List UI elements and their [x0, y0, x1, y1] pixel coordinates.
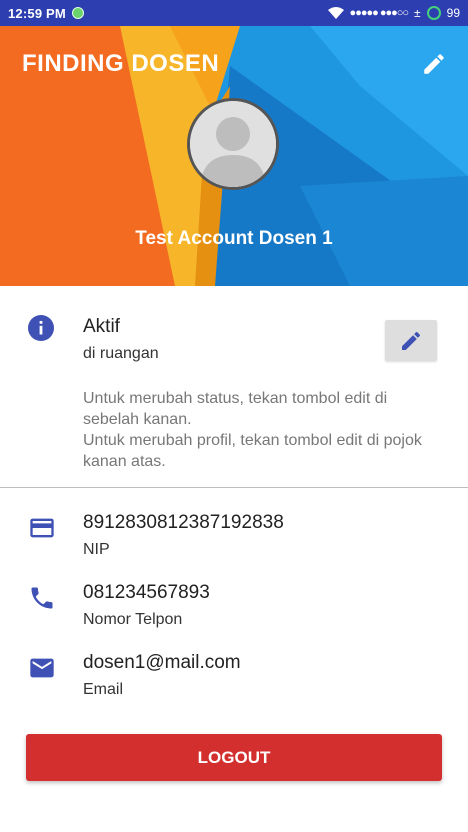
signal-icon: ●●●●● ●●●○○ — [349, 7, 409, 19]
data-icon: ± — [414, 6, 421, 20]
nip-value: 8912830812387192838 — [83, 512, 284, 533]
edit-status-button[interactable] — [385, 320, 437, 361]
phone-row: 081234567893 Nomor Telpon — [0, 582, 468, 642]
status-bar: 12:59 PM ●●●●● ●●●○○ ± 99 — [0, 0, 468, 26]
app-title: FINDING DOSEN — [22, 50, 220, 77]
status-time: 12:59 PM — [8, 5, 66, 21]
status-icons: ●●●●● ●●●○○ ± 99 — [327, 0, 460, 26]
info-icon — [28, 315, 54, 341]
wifi-icon — [327, 7, 344, 19]
battery-level: 99 — [446, 6, 460, 20]
status-title: Aktif — [83, 316, 120, 337]
pencil-icon — [424, 54, 444, 74]
card-icon — [30, 518, 54, 538]
logout-button[interactable]: LOGOUT — [26, 734, 442, 781]
nip-label: NIP — [83, 541, 110, 558]
phone-value: 081234567893 — [83, 582, 210, 603]
profile-header: FINDING DOSEN Test Account Dosen 1 — [0, 26, 468, 286]
email-value: dosen1@mail.com — [83, 652, 241, 673]
edit-profile-button[interactable] — [418, 48, 450, 80]
notification-icon — [71, 7, 84, 19]
divider — [0, 487, 468, 488]
user-name: Test Account Dosen 1 — [135, 228, 333, 249]
mail-icon — [30, 658, 54, 678]
status-location: di ruangan — [83, 345, 159, 362]
status-section: Aktif di ruangan Untuk merubah status, t… — [0, 286, 468, 488]
phone-label: Nomor Telpon — [83, 611, 183, 628]
email-label: Email — [83, 681, 124, 698]
phone-icon — [31, 587, 53, 609]
email-row: dosen1@mail.com Email — [0, 652, 468, 712]
nip-row: 8912830812387192838 NIP — [0, 512, 468, 572]
profile-hint: Untuk merubah profil, tekan tombol edit … — [83, 432, 422, 470]
battery-icon — [426, 6, 441, 20]
status-hint: Untuk merubah status, tekan tombol edit … — [83, 390, 388, 428]
avatar — [187, 98, 279, 190]
person-icon — [190, 101, 276, 187]
pencil-icon — [402, 331, 421, 350]
